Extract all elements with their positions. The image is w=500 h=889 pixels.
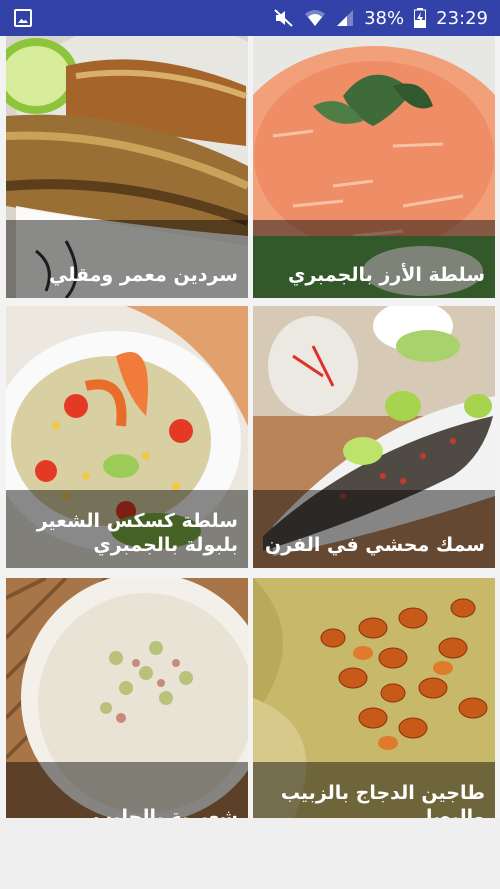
signal-icon [337, 10, 354, 26]
recipe-card[interactable]: سلطة الأرز بالجمبري [253, 36, 495, 298]
recipe-title-text: سلطة الأرز بالجمبري [287, 264, 485, 287]
recipe-card[interactable]: طاجين الدجاج بالزبيب والبصل [253, 578, 495, 840]
wifi-icon [305, 10, 326, 26]
mute-icon [274, 9, 293, 27]
recipe-title-text: سمك محشي في الفرن [265, 534, 485, 557]
bottom-area [0, 818, 500, 889]
recipe-card[interactable]: سمك محشي في الفرن [253, 306, 495, 568]
recipe-title: سلطة كسكس الشعير بلبولة بالجمبري [6, 490, 248, 568]
clock: 23:29 [436, 7, 488, 29]
battery-percent: 38% [364, 7, 405, 29]
recipe-title-text: سلطة كسكس الشعير بلبولة بالجمبري [36, 509, 238, 557]
recipe-card[interactable]: شعيرية بالحليب [6, 578, 248, 840]
status-icons: 38% 23:29 [274, 0, 488, 36]
recipe-card[interactable]: سردين معمر ومقلي [6, 36, 248, 298]
recipe-card[interactable]: سلطة كسكس الشعير بلبولة بالجمبري [6, 306, 248, 568]
image-icon [14, 9, 32, 27]
status-bar: 38% 23:29 [0, 0, 500, 36]
battery-icon [414, 8, 427, 28]
recipe-title: سمك محشي في الفرن [253, 490, 495, 568]
recipe-title: سردين معمر ومقلي [6, 220, 248, 298]
recipe-title: سلطة الأرز بالجمبري [253, 220, 495, 298]
recipe-title-text: سردين معمر ومقلي [49, 264, 238, 287]
